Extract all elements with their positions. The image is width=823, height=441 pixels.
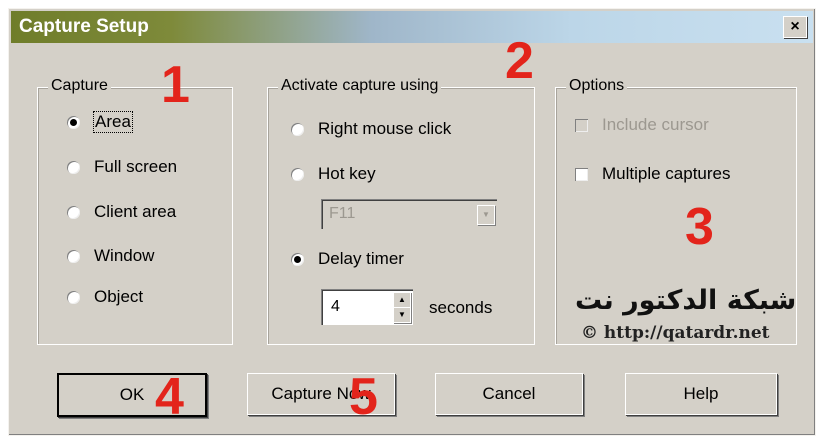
radio-object-label: Object <box>94 287 144 306</box>
spin-up-icon[interactable]: ▲ <box>393 292 411 308</box>
delay-value: 4 <box>331 298 340 315</box>
radio-icon[interactable] <box>67 205 80 219</box>
radio-icon[interactable] <box>291 122 304 136</box>
hot-key-label: Hot key <box>318 164 376 183</box>
radio-window-label: Window <box>94 246 155 265</box>
capture-group-label: Capture <box>48 77 111 95</box>
radio-full-screen-label: Full screen <box>94 157 178 176</box>
title-bar[interactable]: Capture Setup × <box>11 11 813 43</box>
right-mouse-click-label: Right mouse click <box>318 119 452 138</box>
ok-button[interactable]: OK <box>57 373 207 417</box>
radio-right-mouse-click[interactable]: Right mouse click <box>291 119 451 139</box>
capture-setup-dialog: Capture Setup × Capture Area Full screen… <box>8 8 816 436</box>
multiple-captures-label: Multiple captures <box>602 164 731 183</box>
radio-hot-key[interactable]: Hot key <box>291 164 376 184</box>
cancel-button[interactable]: Cancel <box>435 373 583 415</box>
delay-timer-label: Delay timer <box>318 249 404 268</box>
spin-down-icon[interactable]: ▼ <box>393 307 411 323</box>
radio-object[interactable]: Object <box>67 287 143 307</box>
delay-stepper[interactable]: 4 ▲ ▼ <box>321 289 413 325</box>
include-cursor-checkbox[interactable]: Include cursor <box>575 115 709 135</box>
radio-delay-timer[interactable]: Delay timer <box>291 249 404 269</box>
radio-client-area[interactable]: Client area <box>67 202 176 222</box>
annotation-5: 5 <box>349 368 378 426</box>
radio-client-area-label: Client area <box>94 202 177 221</box>
seconds-label: seconds <box>429 298 493 317</box>
radio-icon-selected[interactable] <box>67 115 80 129</box>
radio-full-screen[interactable]: Full screen <box>67 157 177 177</box>
ok-button-label: OK <box>119 385 145 404</box>
help-button[interactable]: Help <box>625 373 777 415</box>
help-button-label: Help <box>683 384 719 403</box>
close-button[interactable]: × <box>783 16 807 38</box>
radio-icon[interactable] <box>291 167 304 181</box>
watermark-url: © http://qatardr.net <box>581 323 770 343</box>
radio-icon[interactable] <box>67 290 80 304</box>
window-title: Capture Setup <box>19 16 149 37</box>
hot-key-value: F11 <box>329 205 356 222</box>
annotation-3: 3 <box>685 198 714 256</box>
activate-group-label: Activate capture using <box>278 77 442 95</box>
checkbox-icon[interactable] <box>575 118 588 132</box>
watermark-url-text: http://qatardr.net <box>603 323 770 343</box>
radio-icon[interactable] <box>67 249 80 263</box>
checkbox-icon[interactable] <box>575 167 588 181</box>
radio-area[interactable]: Area <box>67 111 133 133</box>
options-group-label: Options <box>566 77 628 95</box>
annotation-2: 2 <box>505 32 534 90</box>
include-cursor-label: Include cursor <box>602 115 709 134</box>
watermark-arabic: شبكة الدكتور نت <box>575 285 797 316</box>
cancel-button-label: Cancel <box>482 384 536 403</box>
annotation-4: 4 <box>155 368 184 426</box>
multiple-captures-checkbox[interactable]: Multiple captures <box>575 164 731 184</box>
annotation-1: 1 <box>161 56 190 114</box>
radio-area-label: Area <box>93 111 133 133</box>
radio-window[interactable]: Window <box>67 246 154 266</box>
radio-icon-selected[interactable] <box>291 252 304 266</box>
chevron-down-icon[interactable]: ▼ <box>477 205 495 225</box>
hot-key-select[interactable]: F11 ▼ <box>321 199 497 229</box>
radio-icon[interactable] <box>67 160 80 174</box>
